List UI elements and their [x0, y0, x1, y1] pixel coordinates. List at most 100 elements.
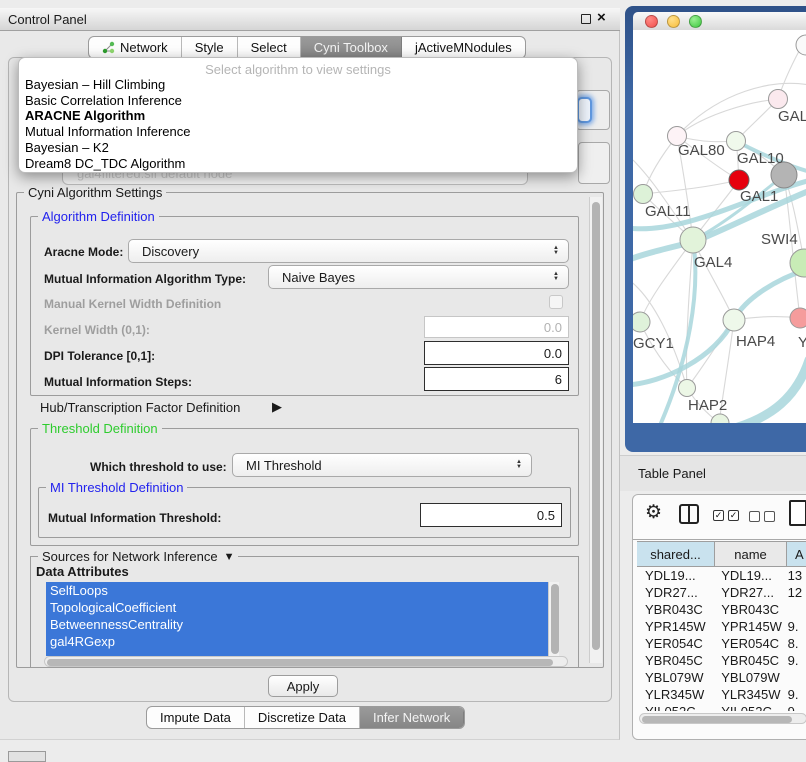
- which-threshold-label: Which threshold to use:: [90, 460, 227, 474]
- tab-jactivemnodules[interactable]: jActiveMNodules: [402, 37, 525, 58]
- table-row[interactable]: YPR145WYPR145W9.: [637, 618, 806, 635]
- settings-vertical-scrollbar[interactable]: [589, 197, 602, 663]
- network-window-titlebar[interactable]: [633, 12, 806, 30]
- network-tab-icon: [102, 41, 115, 54]
- node-label: GAL80: [678, 142, 725, 159]
- table-row[interactable]: YDL19...YDL19...13: [637, 567, 806, 584]
- float-icon[interactable]: [581, 14, 591, 24]
- which-threshold-combo[interactable]: MI Threshold ▲▼: [232, 453, 532, 477]
- table-row[interactable]: YBR043CYBR043C: [637, 601, 806, 618]
- table-header-row: shared... name A: [637, 541, 806, 567]
- algorithm-option[interactable]: Mutual Information Inference: [19, 124, 577, 140]
- network-canvas[interactable]: GAL7 GAL80 GAL10 GAL1 GAL11 SWI4 GAL4 GC…: [633, 30, 806, 423]
- table-panel-titlebar: Table Panel: [620, 455, 806, 491]
- control-panel-titlebar: Control Panel: [0, 8, 620, 31]
- algorithm-option-selected[interactable]: ARACNE Algorithm: [19, 108, 577, 124]
- tab-discretize-data[interactable]: Discretize Data: [245, 707, 360, 728]
- mi-steps-label: Mutual Information Steps:: [44, 375, 192, 389]
- combo-focus-ring: [577, 97, 592, 123]
- node-label: HAP2: [688, 397, 727, 414]
- network-node-labels: GAL7 GAL80 GAL10 GAL1 GAL11 SWI4 GAL4 GC…: [633, 108, 806, 414]
- mi-type-value: Naive Bayes: [282, 270, 355, 285]
- tab-cyni-toolbox[interactable]: Cyni Toolbox: [301, 37, 402, 58]
- algorithm-dropdown-popup: Select algorithm to view settings Bayesi…: [18, 57, 578, 173]
- apply-button[interactable]: Apply: [268, 675, 338, 697]
- sources-collapse-arrow-icon[interactable]: ▼: [224, 551, 235, 563]
- mi-threshold-label: Mutual Information Threshold:: [48, 511, 221, 525]
- table-row[interactable]: YDR27...YDR27...12: [637, 584, 806, 601]
- list-item[interactable]: SelfLoops: [46, 582, 548, 599]
- dpi-tolerance-field[interactable]: 0.0: [424, 341, 569, 365]
- settings-horizontal-scrollbar[interactable]: [44, 656, 568, 667]
- traffic-light-zoom-icon[interactable]: [689, 15, 702, 28]
- table-row[interactable]: YBL079WYBL079W: [637, 669, 806, 686]
- table-panel: ⚙ ✓ ✓ shared... name A YDL19...YDL19...1…: [632, 494, 806, 740]
- cyni-settings-caption: Cyni Algorithm Settings: [24, 185, 166, 200]
- node-label: GAL4: [694, 254, 732, 271]
- algorithm-option[interactable]: Bayesian – Hill Climbing: [19, 77, 577, 93]
- aracne-mode-combo[interactable]: Discovery ▲▼: [128, 239, 569, 263]
- stepper-icon: ▲▼: [516, 460, 531, 470]
- list-item[interactable]: gal4RGexp: [46, 633, 548, 650]
- kernel-width-label: Kernel Width (0,1):: [44, 323, 150, 337]
- table-row[interactable]: YLR345WYLR345W9.: [637, 686, 806, 703]
- table-data-combo-fragment[interactable]: [578, 142, 610, 184]
- toolbar-divider: [633, 539, 806, 540]
- stepper-icon: ▲▼: [553, 246, 568, 256]
- node-label: GAL11: [645, 203, 691, 220]
- which-threshold-value: MI Threshold: [246, 458, 322, 473]
- column-header-shared[interactable]: shared...: [637, 541, 715, 567]
- tab-infer-network[interactable]: Infer Network: [360, 707, 464, 728]
- control-panel-title: Control Panel: [8, 12, 87, 27]
- data-attributes-label: Data Attributes: [36, 564, 129, 579]
- mi-type-label: Mutual Information Algorithm Type:: [44, 272, 246, 286]
- kernel-width-field[interactable]: 0.0: [424, 316, 569, 338]
- algorithm-option[interactable]: Basic Correlation Inference: [19, 93, 577, 109]
- node-label: GCY1: [633, 335, 674, 352]
- hide-columns-icon[interactable]: [749, 511, 775, 522]
- mi-type-combo[interactable]: Naive Bayes ▲▼: [268, 265, 569, 289]
- hub-definition-label: Hub/Transcription Factor Definition: [40, 400, 240, 415]
- data-attributes-list[interactable]: SelfLoops TopologicalCoefficient Between…: [46, 582, 548, 656]
- manual-kernel-checkbox[interactable]: [549, 295, 563, 309]
- algorithm-placeholder: Select algorithm to view settings: [19, 58, 577, 77]
- mi-threshold-field[interactable]: 0.5: [420, 503, 562, 527]
- node-label: GAL10: [737, 150, 784, 167]
- traffic-light-close-icon[interactable]: [645, 15, 658, 28]
- column-header-partial[interactable]: A: [787, 541, 806, 567]
- traffic-light-minimize-icon[interactable]: [667, 15, 680, 28]
- list-item[interactable]: TopologicalCoefficient: [46, 599, 548, 616]
- hub-expand-arrow-icon[interactable]: ▶: [272, 399, 282, 415]
- manual-kernel-label: Manual Kernel Width Definition: [44, 297, 221, 311]
- aracne-mode-label: Aracne Mode:: [44, 245, 123, 259]
- show-columns-icon[interactable]: ✓ ✓: [713, 510, 739, 521]
- bottom-tabbar: Impute Data Discretize Data Infer Networ…: [146, 706, 465, 729]
- tab-impute-data[interactable]: Impute Data: [147, 707, 245, 728]
- tab-network[interactable]: Network: [89, 37, 182, 58]
- table-panel-title: Table Panel: [638, 466, 706, 481]
- node-label: GAL7: [778, 108, 806, 125]
- node-label: SWI4: [761, 231, 798, 248]
- threshold-caption: Threshold Definition: [38, 421, 162, 436]
- list-vertical-scrollbar[interactable]: [548, 582, 559, 656]
- algorithm-option[interactable]: Dream8 DC_TDC Algorithm: [19, 156, 577, 172]
- algorithm-option[interactable]: Bayesian – K2: [19, 140, 577, 156]
- table-row[interactable]: YIL052CYIL052C9.: [637, 703, 806, 711]
- mi-steps-field[interactable]: 6: [424, 367, 569, 391]
- column-header-name[interactable]: name: [715, 541, 787, 567]
- aracne-mode-value: Discovery: [142, 244, 199, 259]
- table-body[interactable]: YDL19...YDL19...13 YDR27...YDR27...12 YB…: [637, 567, 806, 711]
- table-row[interactable]: YBR045CYBR045C9.: [637, 652, 806, 669]
- tab-select[interactable]: Select: [238, 37, 301, 58]
- new-table-icon[interactable]: [789, 500, 806, 526]
- table-horizontal-scrollbar[interactable]: [639, 713, 806, 724]
- split-panel-icon[interactable]: [679, 504, 699, 524]
- table-row[interactable]: YER054CYER054C8.: [637, 635, 806, 652]
- node-label: GAL1: [740, 188, 778, 205]
- list-item[interactable]: BetweennessCentrality: [46, 616, 548, 633]
- node-label: HAP4: [736, 333, 775, 350]
- gear-icon[interactable]: ⚙: [645, 501, 662, 524]
- tab-style[interactable]: Style: [182, 37, 238, 58]
- close-icon[interactable]: ×: [597, 9, 606, 26]
- panel-grip[interactable]: [8, 751, 46, 762]
